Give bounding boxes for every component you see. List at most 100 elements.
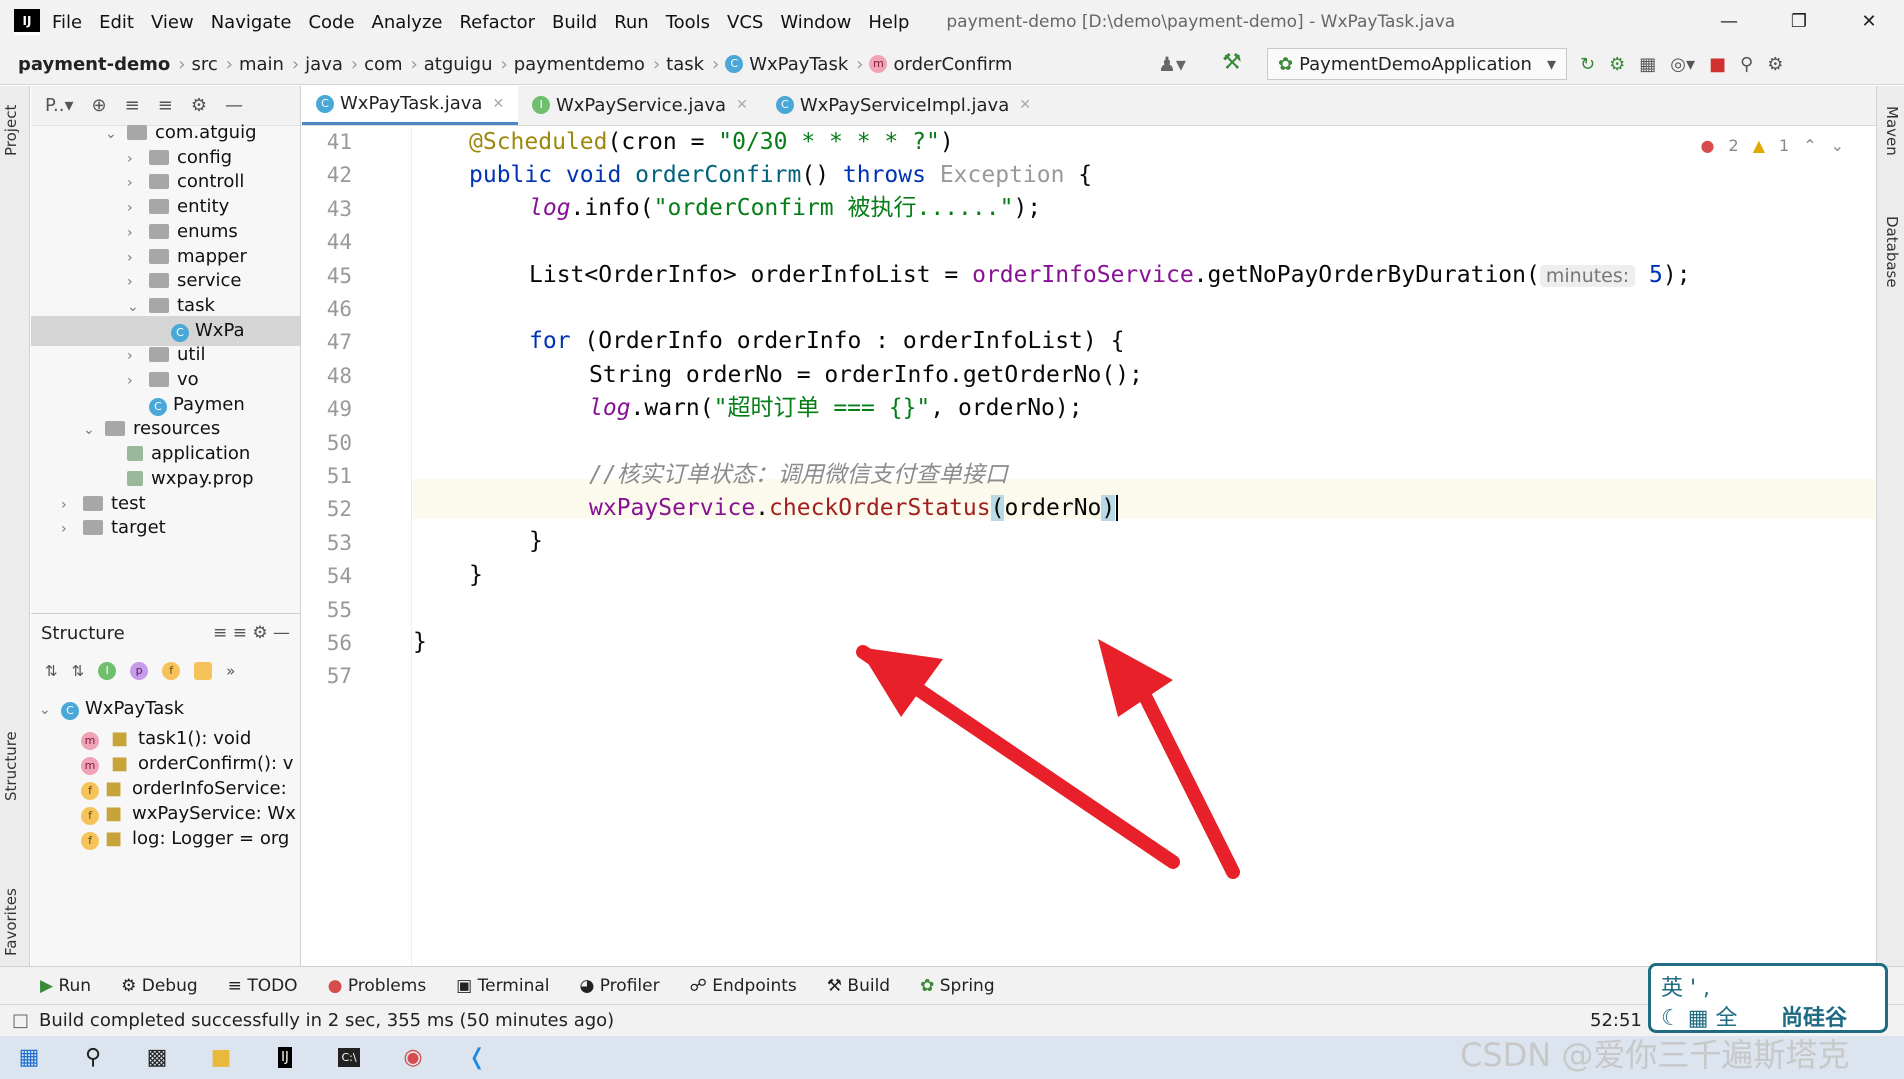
build-tab[interactable]: ⚒ Build — [827, 976, 890, 996]
warning-count-icon: ▲ — [1752, 136, 1765, 155]
gear-icon[interactable]: ⚙ — [191, 95, 207, 116]
search-icon[interactable]: ⚲ — [78, 1043, 108, 1073]
structure-tool-tab[interactable]: Structure — [2, 731, 20, 801]
breadcrumb-task[interactable]: task — [666, 54, 704, 75]
class-icon: C — [775, 96, 794, 114]
maven-tool-tab[interactable]: Maven — [1883, 106, 1901, 156]
todo-tab[interactable]: ≡ TODO — [228, 976, 298, 996]
more-icon[interactable]: » — [226, 662, 235, 680]
profile-icon[interactable]: ◎▾ — [1670, 54, 1695, 75]
breadcrumb-java[interactable]: java — [305, 54, 343, 75]
run-configuration-select[interactable]: ✿ PaymentDemoApplication ▾ — [1267, 48, 1567, 80]
close-icon[interactable]: ✕ — [1019, 97, 1031, 113]
breadcrumb-com[interactable]: com — [364, 54, 402, 75]
right-tool-strip: Maven Database — [1876, 86, 1904, 966]
menu-refactor[interactable]: Refactor — [459, 12, 535, 33]
sort-visibility-icon[interactable]: ⇅ — [45, 662, 58, 680]
expand-all-icon[interactable]: ≡ — [125, 95, 140, 116]
menu-file[interactable]: File — [52, 12, 82, 33]
tab-wxpayservice[interactable]: I WxPayService.java ✕ — [518, 85, 762, 125]
user-icon[interactable]: ♟▾ — [1158, 52, 1186, 76]
menu-navigate[interactable]: Navigate — [211, 12, 292, 33]
tab-wxpaytask[interactable]: C WxPayTask.java ✕ — [302, 85, 519, 125]
menu-view[interactable]: View — [151, 12, 194, 33]
file-explorer-icon[interactable]: ■ — [206, 1043, 236, 1073]
breadcrumb-method[interactable]: orderConfirm — [893, 54, 1012, 75]
menu-run[interactable]: Run — [614, 12, 649, 33]
chrome-icon[interactable]: ◉ — [398, 1043, 428, 1073]
tree-item-label: util — [177, 344, 206, 366]
menu-code[interactable]: Code — [308, 12, 354, 33]
endpoints-tab[interactable]: ☍ Endpoints — [690, 976, 797, 996]
debug-icon[interactable]: ⚙ — [1609, 54, 1625, 75]
fields-icon[interactable]: f — [162, 662, 181, 680]
code-editor[interactable]: @Scheduled(cron = "0/30 * * * * ?") publ… — [413, 127, 1875, 965]
inspection-widget[interactable]: ● 2 ▲ 1 ⌃ ⌄ — [1701, 136, 1844, 155]
restore-icon[interactable]: ❐ — [1764, 0, 1834, 44]
collapse-all-icon[interactable]: ≡ — [158, 95, 173, 116]
inherited-icon[interactable]: I — [98, 662, 117, 680]
chevron-right-icon[interactable]: › — [61, 514, 83, 544]
close-icon[interactable]: ✕ — [736, 97, 748, 113]
cursor-position[interactable]: 52:51 — [1590, 1010, 1642, 1031]
tab-wxpayserviceimpl[interactable]: C WxPayServiceImpl.java ✕ — [762, 85, 1045, 125]
breadcrumb-paymentdemo[interactable]: paymentdemo — [514, 54, 645, 75]
hammer-icon[interactable]: ⚒ — [1222, 50, 1242, 75]
red-arrow-right-head — [1098, 639, 1173, 717]
menu-help[interactable]: Help — [868, 12, 909, 33]
close-icon[interactable]: ✕ — [1834, 0, 1904, 44]
menu-build[interactable]: Build — [552, 12, 597, 33]
terminal-taskbar-icon[interactable]: C:\ — [334, 1043, 364, 1073]
menu-vcs[interactable]: VCS — [727, 12, 763, 33]
breadcrumb-project[interactable]: payment-demo — [18, 54, 170, 75]
chevron-down-icon[interactable]: ⌄ — [83, 415, 105, 445]
favorites-tool-tab[interactable]: Favorites — [2, 888, 20, 956]
spring-icon: ✿ — [1278, 53, 1294, 75]
task-view-icon[interactable]: ▩ — [142, 1043, 172, 1073]
tree-folder[interactable]: › target — [61, 513, 166, 543]
minimize-icon[interactable]: — — [1694, 0, 1764, 44]
hide-icon[interactable]: — — [225, 95, 243, 116]
annotation-arrows — [856, 639, 1240, 879]
left-tool-strip: Project Structure Favorites — [0, 86, 30, 966]
project-tool-tab[interactable]: Project — [2, 105, 20, 156]
structure-options-icon[interactable]: ≡ ≡ ⚙ — — [213, 623, 290, 643]
sort-alpha-icon[interactable]: ⇅ — [72, 662, 85, 680]
menu-edit[interactable]: Edit — [99, 12, 134, 33]
next-highlight-icon[interactable]: ⌄ — [1831, 136, 1844, 155]
menu-window[interactable]: Window — [780, 12, 851, 33]
structure-member[interactable]: f ■ log: Logger = org — [81, 824, 289, 854]
project-view-select[interactable]: P..▾ — [45, 95, 74, 116]
breadcrumb-main[interactable]: main — [239, 54, 284, 75]
lock-icon[interactable] — [194, 662, 213, 680]
windows-start-icon[interactable]: ▦ — [14, 1043, 44, 1073]
prev-highlight-icon[interactable]: ⌃ — [1803, 136, 1816, 155]
settings-icon[interactable]: ⚙ — [1767, 54, 1783, 75]
terminal-tab[interactable]: ▣ Terminal — [456, 976, 549, 996]
menu-tools[interactable]: Tools — [666, 12, 710, 33]
breadcrumb-src[interactable]: src — [191, 54, 217, 75]
database-tool-tab[interactable]: Database — [1883, 216, 1901, 288]
field-icon: f — [81, 807, 99, 825]
watermark: CSDN @爱你三千遍斯塔克 — [1460, 1036, 1850, 1074]
stop-icon[interactable]: ■ — [1709, 54, 1726, 75]
run-tab[interactable]: ▶ Run — [40, 976, 91, 996]
chevron-down-icon[interactable]: ⌄ — [105, 119, 127, 149]
breadcrumb-class[interactable]: WxPayTask — [749, 54, 848, 75]
close-icon[interactable]: ✕ — [492, 96, 504, 112]
coverage-icon[interactable]: ▦ — [1639, 54, 1656, 75]
vscode-icon[interactable]: ❬ — [462, 1043, 492, 1073]
profiler-tab[interactable]: ◕ Profiler — [579, 976, 659, 996]
problems-tab[interactable]: ● Problems — [328, 976, 427, 996]
search-icon[interactable]: ⚲ — [1740, 54, 1753, 75]
intellij-taskbar-icon[interactable]: IJ — [270, 1043, 300, 1073]
properties-icon[interactable]: p — [130, 662, 149, 680]
ime-widget[interactable]: 英 ' , ☾ ▦ 全 尚硅谷 — [1648, 963, 1888, 1033]
locate-icon[interactable]: ⊕ — [92, 95, 107, 116]
spring-tab[interactable]: ✿ Spring — [920, 976, 995, 996]
rerun-icon[interactable]: ↻ — [1580, 54, 1595, 75]
debug-tab[interactable]: ⚙ Debug — [121, 976, 198, 996]
structure-root[interactable]: ⌄ C WxPayTask — [39, 694, 184, 724]
breadcrumb-atguigu[interactable]: atguigu — [424, 54, 493, 75]
menu-analyze[interactable]: Analyze — [372, 12, 443, 33]
